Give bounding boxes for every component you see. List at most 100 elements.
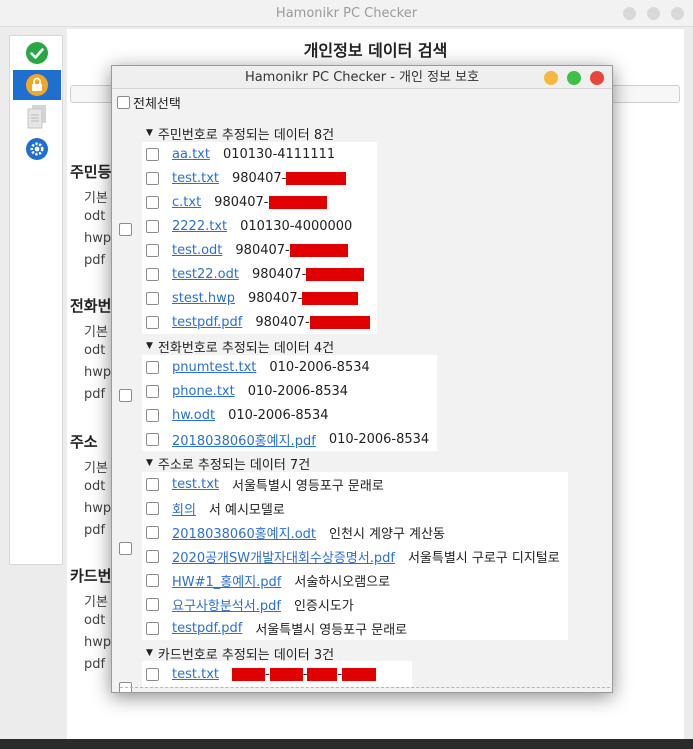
item-checkbox[interactable] bbox=[146, 360, 159, 374]
select-all-box[interactable] bbox=[117, 95, 130, 109]
file-link[interactable]: testpdf.pdf bbox=[172, 315, 242, 330]
item-checkbox[interactable] bbox=[146, 384, 159, 398]
group-checkbox-rrn[interactable] bbox=[119, 223, 132, 236]
item-checkbox[interactable] bbox=[146, 147, 159, 161]
file-link[interactable]: test.txt bbox=[172, 171, 219, 186]
section-row: odt bbox=[84, 209, 106, 224]
select-all-checkbox[interactable]: 전체선택 bbox=[117, 93, 181, 112]
detected-value: 010130-4111111 bbox=[222, 146, 336, 162]
document-icon bbox=[27, 105, 46, 129]
list-item: c.txt 980407- bbox=[146, 190, 327, 214]
check-icon bbox=[26, 42, 48, 64]
list-item: test.txt 서울특별시 영등포구 문래로 bbox=[146, 472, 384, 496]
list-item: 2018038060홍예지.odt 인천시 계양구 계산동 bbox=[146, 520, 445, 544]
sidebar-item-check[interactable] bbox=[13, 38, 61, 68]
expand-triangle-icon[interactable]: ▼ bbox=[146, 128, 153, 138]
detected-value: 010-2006-8534 bbox=[228, 407, 329, 423]
list-item: 회의 서 예시모델로 bbox=[146, 496, 285, 520]
file-link[interactable]: hw.odt bbox=[172, 408, 215, 423]
file-link[interactable]: pnumtest.txt bbox=[172, 360, 256, 375]
file-link[interactable]: phone.txt bbox=[172, 384, 235, 399]
list-item: testpdf.pdf 980407- bbox=[146, 310, 370, 334]
redaction-mark bbox=[268, 195, 327, 209]
detected-value: 010130-4000000 bbox=[240, 218, 353, 234]
expand-triangle-icon[interactable]: ▼ bbox=[146, 648, 153, 658]
item-checkbox[interactable] bbox=[146, 291, 159, 305]
item-checkbox[interactable] bbox=[146, 477, 159, 491]
detected-value: 980407- bbox=[214, 194, 269, 210]
redaction-mark bbox=[342, 667, 377, 681]
file-link[interactable]: test22.odt bbox=[172, 267, 239, 282]
list-item: 2020공개SW개발자대회수상증명서.pdf 서울특별시 구로구 디지털로 bbox=[146, 544, 560, 568]
main-minimize-button[interactable] bbox=[623, 7, 636, 20]
file-link[interactable]: HW#1_홍예지.pdf bbox=[172, 571, 281, 590]
file-link[interactable]: 회의 bbox=[172, 499, 196, 518]
expand-triangle-icon[interactable]: ▼ bbox=[146, 341, 153, 351]
group-checkbox-phone[interactable] bbox=[119, 389, 132, 402]
dialog-maximize-button[interactable] bbox=[567, 71, 581, 85]
item-checkbox[interactable] bbox=[146, 573, 159, 587]
main-maximize-button[interactable] bbox=[647, 7, 660, 20]
file-link[interactable]: aa.txt bbox=[172, 147, 210, 162]
group-list-phone: pnumtest.txt 010-2006-8534 phone.txt 010… bbox=[142, 355, 437, 451]
group-header-address[interactable]: ▼ 주소로 추정되는 데이터 7건 bbox=[146, 454, 310, 473]
redaction-mark bbox=[309, 315, 370, 329]
group-header-rrn[interactable]: ▼ 주민번호로 추정되는 데이터 8건 bbox=[146, 124, 334, 143]
file-link[interactable]: test.odt bbox=[172, 243, 222, 258]
item-checkbox[interactable] bbox=[146, 195, 159, 209]
detected-value: 010-2006-8534 bbox=[328, 431, 430, 447]
file-link[interactable]: test.txt bbox=[172, 477, 219, 492]
item-checkbox[interactable] bbox=[146, 408, 159, 422]
sidebar-item-document[interactable] bbox=[13, 102, 61, 132]
file-link[interactable]: 2018038060홍예지.pdf bbox=[172, 430, 316, 449]
item-checkbox[interactable] bbox=[146, 219, 159, 233]
item-checkbox[interactable] bbox=[146, 315, 159, 329]
list-item: hw.odt 010-2006-8534 bbox=[146, 403, 329, 427]
item-checkbox[interactable] bbox=[146, 621, 159, 635]
list-item: HW#1_홍예지.pdf 서술하시오램으로 bbox=[146, 568, 390, 592]
group-header-card[interactable]: ▼ 카드번호로 추정되는 데이터 3건 bbox=[146, 644, 334, 663]
section-row: odt bbox=[84, 343, 106, 358]
main-close-button[interactable] bbox=[671, 7, 684, 20]
item-checkbox[interactable] bbox=[146, 243, 159, 257]
file-link[interactable]: testpdf.pdf bbox=[172, 621, 242, 636]
file-link[interactable]: c.txt bbox=[172, 195, 201, 210]
expand-triangle-icon[interactable]: ▼ bbox=[146, 458, 153, 468]
file-link[interactable]: 2020공개SW개발자대회수상증명서.pdf bbox=[172, 547, 395, 566]
item-checkbox[interactable] bbox=[146, 597, 159, 611]
redaction-mark bbox=[286, 171, 347, 185]
item-checkbox[interactable] bbox=[146, 525, 159, 539]
dialog-close-button[interactable] bbox=[590, 71, 604, 85]
detected-value: 980407- bbox=[255, 314, 310, 330]
sidebar-item-privacy[interactable] bbox=[13, 70, 61, 100]
file-link[interactable]: stest.hwp bbox=[172, 291, 235, 306]
item-checkbox[interactable] bbox=[146, 171, 159, 185]
item-checkbox[interactable] bbox=[146, 667, 159, 681]
group-list-card: test.txt - - - bbox=[142, 661, 412, 687]
item-checkbox[interactable] bbox=[146, 501, 159, 515]
file-link[interactable]: test.txt bbox=[172, 667, 219, 682]
list-item: stest.hwp 980407- bbox=[146, 286, 359, 310]
file-link[interactable]: 요구사항분석서.pdf bbox=[172, 595, 281, 614]
section-row: pdf bbox=[84, 523, 106, 538]
section-row: 기본 bbox=[84, 325, 108, 340]
main-sidebar bbox=[9, 35, 63, 565]
list-item: phone.txt 010-2006-8534 bbox=[146, 379, 348, 403]
section-row: pdf bbox=[84, 253, 106, 268]
group-checkbox-address[interactable] bbox=[119, 542, 132, 555]
section-row: hwp bbox=[84, 231, 112, 246]
list-item: test.txt - - - bbox=[146, 662, 377, 686]
dialog-minimize-button[interactable] bbox=[544, 71, 558, 85]
sidebar-item-settings[interactable] bbox=[13, 134, 61, 164]
item-checkbox[interactable] bbox=[146, 267, 159, 281]
group-header-phone[interactable]: ▼ 전화번호로 추정되는 데이터 4건 bbox=[146, 337, 334, 356]
dialog-titlebar[interactable]: Hamonikr PC Checker - 개인 정보 보호 bbox=[112, 66, 612, 89]
item-checkbox[interactable] bbox=[146, 549, 159, 563]
file-link[interactable]: 2222.txt bbox=[172, 219, 227, 234]
detected-value: 서울특별시 구로구 디지털로 bbox=[407, 550, 560, 566]
section-row: pdf bbox=[84, 657, 106, 672]
item-checkbox[interactable] bbox=[146, 432, 159, 446]
privacy-dialog: Hamonikr PC Checker - 개인 정보 보호 전체선택 ▼ 주민… bbox=[111, 65, 613, 693]
file-link[interactable]: 2018038060홍예지.odt bbox=[172, 523, 316, 542]
group-list-address: test.txt 서울특별시 영등포구 문래로 회의 서 예시모델로 20180… bbox=[142, 472, 568, 640]
